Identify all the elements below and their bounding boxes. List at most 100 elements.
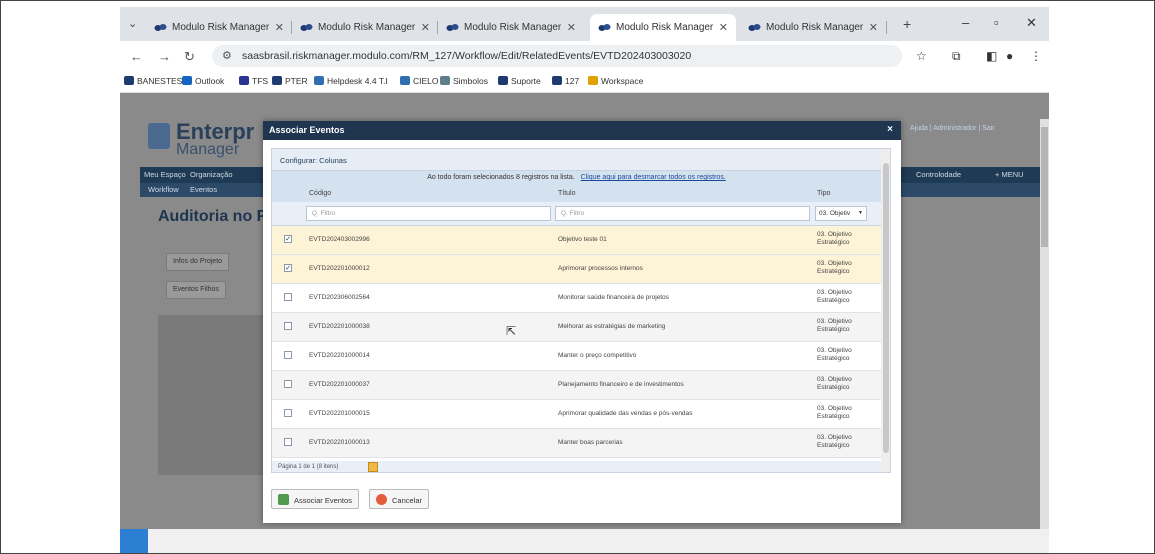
- row-checkbox[interactable]: [284, 293, 292, 301]
- column-header-title[interactable]: Título: [558, 190, 576, 197]
- bookmark-star-icon[interactable]: ☆: [916, 49, 927, 63]
- table-row[interactable]: EVTD202201000014 Manter o preço competiti…: [272, 342, 881, 371]
- type-filter-select[interactable]: 03. Objetiv ▼: [815, 206, 867, 221]
- back-arrow-icon[interactable]: ←: [130, 49, 143, 64]
- cancel-icon: [376, 494, 387, 505]
- associate-events-button[interactable]: Associar Eventos: [271, 489, 359, 509]
- browser-menu-icon[interactable]: ⋮: [1030, 49, 1042, 63]
- bookmark-item[interactable]: PTER: [272, 76, 308, 86]
- table-row[interactable]: EVTD202201000015 Aprimorar qualidade das …: [272, 400, 881, 429]
- browser-tab-active[interactable]: Modulo Risk Manager ✕: [590, 14, 736, 41]
- address-bar: ← → ↻ ⚙ saasbrasil.riskmanager.modulo.co…: [120, 41, 1049, 71]
- row-checkbox[interactable]: ✓: [284, 264, 292, 272]
- cielo-icon: [400, 76, 410, 85]
- row-checkbox[interactable]: [284, 409, 292, 417]
- symbols-icon: [440, 76, 450, 85]
- event-title: Aprimorar qualidade das vendas e pós-ven…: [558, 410, 693, 417]
- table-row[interactable]: EVTD202201000038 Melhorar as estratégias …: [272, 313, 881, 342]
- table-row[interactable]: EVTD202306002564 Monitorar saúde financei…: [272, 284, 881, 313]
- bookmark-item[interactable]: 127: [552, 76, 579, 86]
- tab-close-icon[interactable]: ✕: [275, 21, 284, 34]
- menu-button[interactable]: + MENU: [995, 170, 1024, 179]
- bookmarks-bar: BANESTES Outlook TFS PTER Helpdesk 4.4 T…: [120, 71, 1049, 93]
- dialog-header: Associar Eventos ×: [263, 121, 901, 140]
- column-header-code[interactable]: Código: [309, 190, 331, 197]
- profile-avatar-icon[interactable]: ●: [1006, 49, 1013, 63]
- browser-tab[interactable]: Modulo Risk Manager ✕: [438, 14, 584, 41]
- project-info-button[interactable]: Infos do Projeto: [166, 253, 230, 271]
- bookmark-item[interactable]: Helpdesk 4.4 T.I: [314, 76, 388, 86]
- subnav-item[interactable]: Workflow: [148, 185, 179, 194]
- row-checkbox[interactable]: ✓: [284, 235, 292, 243]
- bookmark-item[interactable]: TFS: [239, 76, 268, 86]
- column-header-type[interactable]: Tipo: [817, 190, 830, 197]
- nav-item[interactable]: Organização: [190, 170, 233, 179]
- row-checkbox[interactable]: [284, 380, 292, 388]
- table-row[interactable]: EVTD202201000013 Manter boas parcerias 03.…: [272, 429, 881, 458]
- table-row[interactable]: ✓ EVTD202201000012 Aprimorar processos int…: [272, 255, 881, 284]
- reload-icon[interactable]: ↻: [184, 49, 195, 65]
- new-tab-button[interactable]: +: [903, 16, 911, 32]
- browser-tab[interactable]: Modulo Risk Manager ✕: [740, 14, 886, 41]
- page-scroll-thumb[interactable]: [1041, 127, 1048, 247]
- nav-item[interactable]: Meu Espaço: [144, 170, 186, 179]
- bookmark-item[interactable]: Simbolos: [440, 76, 488, 86]
- tab-search-icon[interactable]: ⌄: [128, 17, 137, 30]
- row-checkbox[interactable]: [284, 322, 292, 330]
- cancel-button[interactable]: Cancelar: [369, 489, 430, 509]
- url-input[interactable]: ⚙ saasbrasil.riskmanager.modulo.com/RM_1…: [212, 45, 902, 67]
- bookmark-item[interactable]: Suporte: [498, 76, 541, 86]
- tab-close-icon[interactable]: ✕: [719, 21, 728, 34]
- table-row[interactable]: ✓ EVTD202403002996 Objetivo teste 01 03. Ob…: [272, 226, 881, 255]
- title-filter-input[interactable]: Q. Filtro: [555, 206, 810, 221]
- page-size-button[interactable]: [368, 462, 378, 472]
- events-grid: Configurar: Colunas Ao todo foram seleci…: [271, 148, 891, 473]
- deselect-all-link[interactable]: Clique aqui para desmarcar todos os regi…: [581, 174, 726, 181]
- forward-arrow-icon[interactable]: →: [158, 49, 171, 64]
- table-row[interactable]: EVTD202201000037 Planejamento financeiro …: [272, 371, 881, 400]
- row-checkbox[interactable]: [284, 438, 292, 446]
- event-code: EVTD202306002564: [309, 294, 370, 301]
- modulo-favicon-icon: [154, 24, 167, 31]
- sidepanel-icon[interactable]: ◧: [986, 49, 997, 63]
- logo-mark-icon: [148, 123, 170, 149]
- site-info-icon[interactable]: ⚙: [222, 49, 232, 62]
- tab-close-icon[interactable]: ✕: [421, 21, 430, 34]
- selection-text: Ao todo foram selecionados 8 registros n…: [427, 174, 575, 181]
- bookmark-item[interactable]: Outlook: [182, 76, 224, 86]
- selection-info: Ao todo foram selecionados 8 registros n…: [272, 171, 881, 185]
- code-filter-input[interactable]: Q. Filtro: [306, 206, 551, 221]
- grid-scrollbar[interactable]: [881, 149, 890, 472]
- modulo-icon: [124, 76, 134, 85]
- event-title: Manter boas parcerias: [558, 439, 623, 446]
- browser-tab[interactable]: Modulo Risk Manager ✕: [146, 14, 292, 41]
- tab-close-icon[interactable]: ✕: [567, 21, 576, 34]
- row-checkbox[interactable]: [284, 351, 292, 359]
- pager: Página 1 de 1 (8 itens): [272, 461, 881, 472]
- helpdesk-icon: [314, 76, 324, 85]
- subnav-item[interactable]: Eventos: [190, 185, 217, 194]
- window-close-button[interactable]: ✕: [1026, 15, 1037, 31]
- modulo-icon: [498, 76, 508, 85]
- dialog-title: Associar Eventos: [269, 125, 345, 135]
- page-title: Auditoria no F: [158, 208, 267, 225]
- configure-columns-link[interactable]: Configurar: Colunas: [272, 149, 881, 171]
- browser-tab[interactable]: Modulo Risk Manager ✕: [292, 14, 438, 41]
- event-code: EVTD202201000012: [309, 265, 370, 272]
- maximize-button[interactable]: ▫: [994, 15, 999, 30]
- tab-label: Modulo Risk Manager: [172, 22, 270, 33]
- scroll-thumb[interactable]: [883, 163, 889, 453]
- minimize-button[interactable]: –: [962, 15, 969, 30]
- event-code: EVTD202201000015: [309, 410, 370, 417]
- page-scrollbar[interactable]: [1040, 119, 1049, 553]
- close-icon[interactable]: ×: [887, 124, 893, 135]
- nav-item[interactable]: Controlodade: [916, 170, 961, 179]
- header-links[interactable]: Ajuda | Administrador | Sair: [910, 125, 995, 132]
- tab-close-icon[interactable]: ✕: [869, 21, 878, 34]
- bookmark-item[interactable]: BANESTES: [124, 76, 182, 86]
- extensions-icon[interactable]: ⧉: [952, 49, 961, 64]
- bookmark-item[interactable]: Workspace: [588, 76, 643, 86]
- child-events-button[interactable]: Eventos Filhos: [166, 281, 226, 299]
- bookmark-item[interactable]: CIELO: [400, 76, 439, 86]
- taskbar-accent: [120, 529, 148, 553]
